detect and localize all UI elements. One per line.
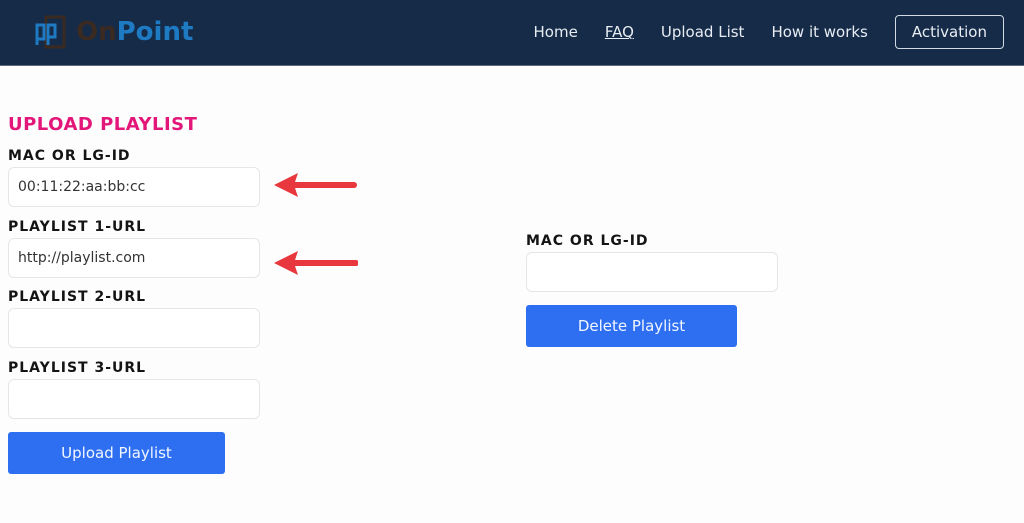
logo-icon — [35, 15, 66, 49]
logo-text-point: Point — [116, 17, 194, 47]
delete-playlist-button[interactable]: Delete Playlist — [526, 305, 737, 347]
logo-text-on: On — [76, 17, 117, 47]
annotation-arrow-icon — [274, 173, 357, 197]
mac-label: MAC OR LG-ID — [8, 148, 131, 164]
upload-playlist-button[interactable]: Upload Playlist — [8, 432, 225, 474]
mac-input[interactable] — [8, 167, 260, 207]
activation-button[interactable]: Activation — [894, 15, 1004, 49]
logo[interactable]: OnPoint — [34, 14, 193, 50]
nav-how-it-works[interactable]: How it works — [771, 23, 867, 41]
playlist1-label: PLAYLIST 1-URL — [8, 219, 147, 235]
delete-mac-label: MAC OR LG-ID — [526, 233, 649, 249]
main-nav: Home FAQ Upload List How it works Activa… — [507, 15, 1004, 49]
annotation-arrow-icon — [274, 251, 358, 275]
playlist2-input[interactable] — [8, 308, 260, 348]
logo-text: OnPoint — [76, 17, 193, 47]
nav-home[interactable]: Home — [534, 23, 578, 41]
nav-faq[interactable]: FAQ — [605, 23, 634, 41]
upload-playlist-title: UPLOAD PLAYLIST — [8, 114, 198, 135]
playlist3-input[interactable] — [8, 379, 260, 419]
delete-mac-input[interactable] — [526, 252, 778, 292]
playlist2-label: PLAYLIST 2-URL — [8, 289, 147, 305]
site-header: OnPoint Home FAQ Upload List How it work… — [0, 0, 1024, 66]
nav-upload-list[interactable]: Upload List — [661, 23, 745, 41]
playlist1-input[interactable] — [8, 238, 260, 278]
playlist3-label: PLAYLIST 3-URL — [8, 360, 147, 376]
